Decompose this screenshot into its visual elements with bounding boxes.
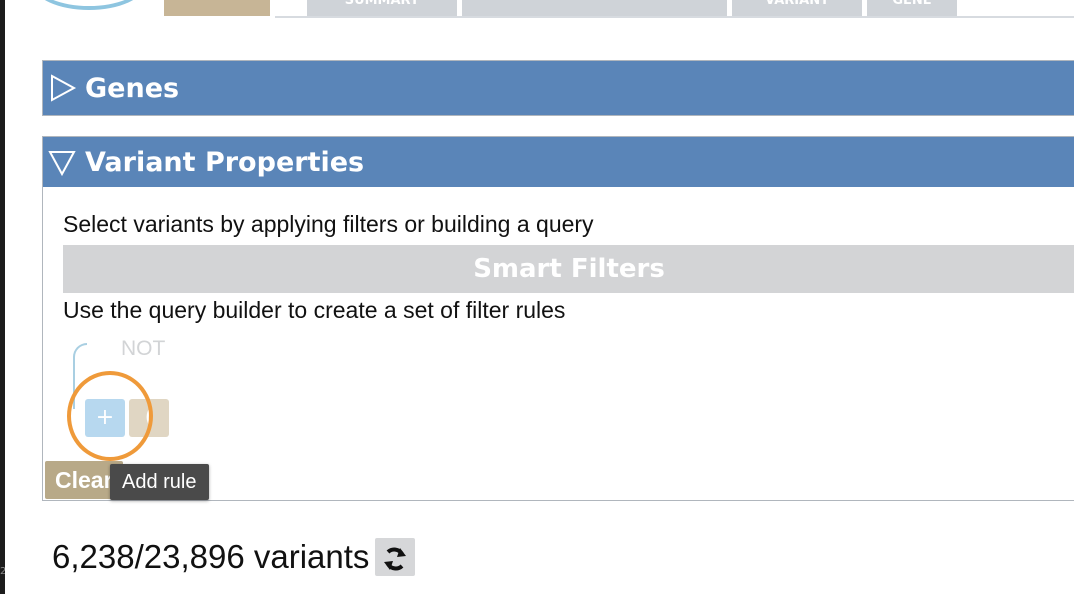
variant-properties-header[interactable]: Variant Properties — [43, 137, 1074, 187]
variant-properties-title: Variant Properties — [85, 146, 365, 178]
window-edge: 2 — [0, 0, 5, 594]
edge-number: 2 — [0, 566, 5, 577]
genes-panel-title: Genes — [85, 72, 180, 104]
add-group-button[interactable]: ( — [129, 399, 169, 437]
triangle-right-icon — [51, 74, 77, 102]
genes-panel: Genes — [42, 60, 1074, 116]
variant-count-text: 6,238/23,896 variants — [52, 538, 370, 575]
smart-filters-header[interactable]: Smart Filters — [63, 245, 1074, 293]
refresh-icon — [384, 547, 407, 571]
intro-text: Select variants by applying filters or b… — [63, 211, 594, 237]
tab-active[interactable] — [164, 0, 270, 16]
tab-variant[interactable]: VARIANT — [732, 0, 862, 16]
tab-divider — [275, 16, 1074, 18]
refresh-button[interactable] — [375, 538, 416, 576]
genes-panel-header[interactable]: Genes — [43, 61, 1074, 115]
logo — [33, 0, 145, 10]
add-rule-tooltip: Add rule — [110, 464, 209, 500]
query-builder: NOT + ( — [67, 337, 273, 461]
triangle-down-icon — [48, 151, 76, 177]
not-toggle[interactable]: NOT — [121, 337, 165, 361]
add-rule-button[interactable]: + — [85, 399, 125, 437]
variant-properties-panel: Variant Properties Select variants by ap… — [42, 136, 1074, 501]
tab-summary[interactable]: SUMMARY — [307, 0, 457, 16]
builder-instructions: Use the query builder to create a set of… — [63, 297, 566, 323]
variant-count: 6,238/23,896 variants — [52, 538, 416, 576]
top-tab-bar: SUMMARY VARIANT GENE — [5, 0, 1074, 18]
tab-gene[interactable]: GENE — [867, 0, 957, 16]
tab-blank[interactable] — [462, 0, 727, 16]
